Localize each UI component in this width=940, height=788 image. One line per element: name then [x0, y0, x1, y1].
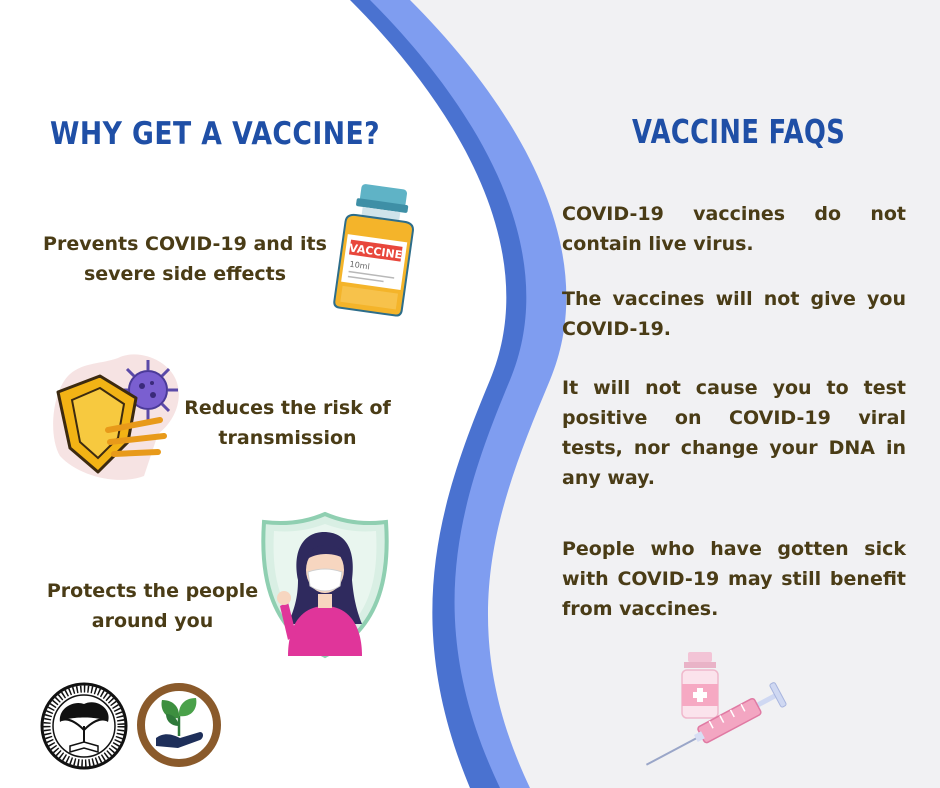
faq-no-covid: The vaccines will not give you COVID-19.	[562, 288, 906, 340]
university-of-san-carlos-seal	[40, 682, 128, 770]
faq-recovered-benefit: People who have gotten sick with COVID-1…	[562, 538, 906, 620]
shield-virus-icon	[53, 354, 179, 480]
vaccine-vial-icon: VACCINE 10ml	[333, 184, 414, 317]
benefit-reduces-transmission: Reduces the risk of transmission	[184, 397, 391, 449]
infographic: WHY GET A VACCINE? VACCINE FAQS Prevents…	[0, 0, 940, 788]
why-vaccine-title: WHY GET A VACCINE?	[50, 116, 381, 152]
benefit-protects-others: Protects the people around you	[46, 580, 259, 632]
woman-mask-shield-icon	[261, 511, 389, 659]
faq-no-live-virus: COVID-19 vaccines do not contain live vi…	[562, 203, 906, 255]
plant-hand-logo	[137, 683, 221, 767]
benefit-prevents: Prevents COVID-19 and its severe side ef…	[43, 233, 327, 285]
vaccine-faqs-title: VACCINE FAQS	[632, 112, 846, 151]
faq-no-positive-test: It will not cause you to test positive o…	[562, 377, 906, 489]
syringe-and-vial-icon	[645, 652, 787, 766]
